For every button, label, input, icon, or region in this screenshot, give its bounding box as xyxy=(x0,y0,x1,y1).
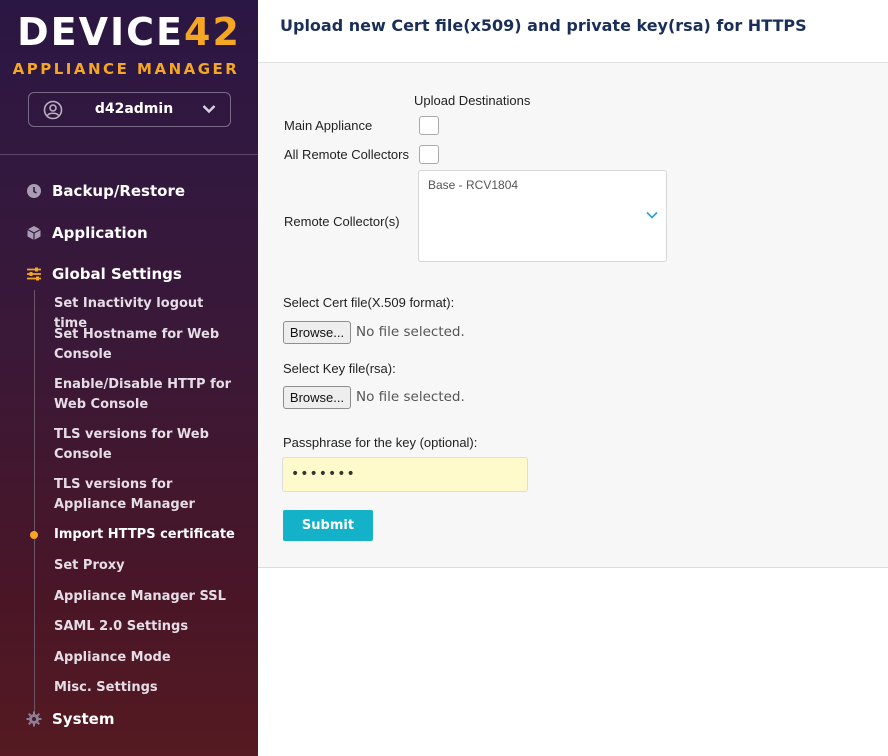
sidebar-subitem-misc-settings[interactable]: Misc. Settings xyxy=(54,678,239,698)
sidebar-item-label: System xyxy=(52,710,115,728)
logo-subtitle: APPLIANCE MANAGER xyxy=(12,60,240,78)
chevron-down-icon xyxy=(202,105,216,114)
cert-file-label: Select Cert file(X.509 format): xyxy=(283,295,455,310)
remote-collector-option[interactable]: Base - RCV1804 xyxy=(428,178,518,192)
key-no-file-text: No file selected. xyxy=(356,389,465,405)
clock-icon xyxy=(27,184,41,198)
main-appliance-checkbox[interactable] xyxy=(419,116,439,135)
cube-icon xyxy=(27,226,41,240)
sidebar-subitem-saml-settings[interactable]: SAML 2.0 Settings xyxy=(54,617,239,637)
logo-accent-text: 42 xyxy=(184,10,241,54)
device42-logo: DEVICE42 xyxy=(0,10,258,54)
all-remote-collectors-checkbox[interactable] xyxy=(419,145,439,164)
sidebar-subitem-import-https-certificate[interactable]: Import HTTPS certificate xyxy=(54,525,239,545)
upload-destinations-heading: Upload Destinations xyxy=(414,93,531,108)
key-file-label: Select Key file(rsa): xyxy=(283,361,396,376)
user-menu[interactable]: d42admin xyxy=(28,92,231,127)
sidebar-subitem-appliance-mode[interactable]: Appliance Mode xyxy=(54,648,239,668)
sidebar-item-backup-restore[interactable]: Backup/Restore xyxy=(0,180,258,204)
logo-main-text: DEVICE xyxy=(17,10,184,54)
sidebar-item-system[interactable]: System xyxy=(0,708,258,732)
page-header: Upload new Cert file(x509) and private k… xyxy=(258,0,888,63)
sidebar-item-application[interactable]: Application xyxy=(0,222,258,246)
cert-browse-button[interactable]: Browse... xyxy=(283,321,351,344)
sidebar-item-label: Backup/Restore xyxy=(52,182,186,200)
remote-collectors-label: Remote Collector(s) xyxy=(284,214,400,229)
remote-collectors-select[interactable]: Base - RCV1804 xyxy=(418,170,667,262)
chevron-down-icon xyxy=(646,211,658,219)
sidebar-item-label: Application xyxy=(52,224,148,242)
key-browse-button[interactable]: Browse... xyxy=(283,386,351,409)
sidebar: DEVICE42 APPLIANCE MANAGER d42admin Back… xyxy=(0,0,258,756)
page-title: Upload new Cert file(x509) and private k… xyxy=(280,16,807,35)
passphrase-label: Passphrase for the key (optional): xyxy=(283,435,478,450)
main-appliance-label: Main Appliance xyxy=(284,118,373,133)
sidebar-subitem-enable-disable-http[interactable]: Enable/Disable HTTP for Web Console xyxy=(54,375,239,415)
gear-icon xyxy=(26,711,42,727)
sidebar-subitem-set-hostname[interactable]: Set Hostname for Web Console xyxy=(54,325,239,365)
sidebar-subitem-appliance-manager-ssl[interactable]: Appliance Manager SSL xyxy=(54,587,239,607)
cert-no-file-text: No file selected. xyxy=(356,324,465,340)
sidebar-item-label: Global Settings xyxy=(52,265,182,283)
sidebar-item-global-settings[interactable]: Global Settings xyxy=(0,263,258,287)
passphrase-input[interactable]: ••••••• xyxy=(282,457,528,492)
sidebar-subitem-tls-appliance-manager[interactable]: TLS versions for Appliance Manager xyxy=(54,475,239,515)
sidebar-subitem-tls-web-console[interactable]: TLS versions for Web Console xyxy=(54,425,239,465)
submenu-guide-line xyxy=(34,290,35,725)
active-indicator-dot xyxy=(30,531,38,539)
sidebar-subitem-set-proxy[interactable]: Set Proxy xyxy=(54,556,239,576)
all-remote-collectors-label: All Remote Collectors xyxy=(284,147,409,162)
submit-button[interactable]: Submit xyxy=(283,510,373,541)
sidebar-divider xyxy=(0,154,258,155)
upload-form-panel: Upload Destinations Main Appliance All R… xyxy=(258,63,888,568)
sliders-icon xyxy=(27,267,41,281)
